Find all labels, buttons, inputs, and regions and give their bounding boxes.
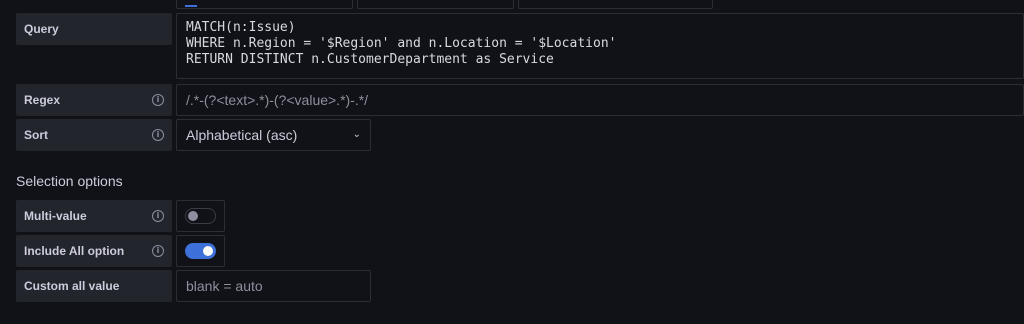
regex-value: /.*-(?<text>.*)-(?<value>.*)-.*/ — [186, 92, 369, 108]
info-icon[interactable]: i — [152, 245, 164, 257]
regex-row: Regex i /.*-(?<text>.*)-(?<value>.*)-.*/ — [16, 84, 1024, 116]
custom-all-label-text: Custom all value — [24, 279, 120, 293]
multi-value-toggle[interactable] — [185, 208, 216, 224]
regex-label: Regex i — [16, 84, 172, 116]
include-all-switch-container — [176, 235, 225, 267]
query-line: MATCH(n:Issue) — [186, 20, 296, 35]
info-icon[interactable]: i — [152, 210, 164, 222]
include-all-label-text: Include All option — [24, 244, 125, 258]
query-editor[interactable]: MATCH(n:Issue) WHERE n.Region = '$Region'… — [176, 13, 1024, 79]
sort-select[interactable]: Alphabetical (asc) ⌄ — [176, 119, 371, 151]
toggle-knob — [188, 211, 198, 221]
multi-value-label: Multi-value i — [16, 200, 172, 232]
custom-all-label: Custom all value — [16, 270, 172, 302]
sort-label: Sort i — [16, 119, 172, 151]
sort-selected-value: Alphabetical (asc) — [186, 127, 298, 143]
sort-row: Sort i Alphabetical (asc) ⌄ — [16, 119, 371, 151]
multi-value-label-text: Multi-value — [24, 209, 87, 223]
query-label-text: Query — [24, 22, 59, 36]
multi-value-switch-container — [176, 200, 225, 232]
custom-all-input[interactable]: blank = auto — [176, 270, 371, 302]
top-partial-control[interactable] — [357, 0, 514, 9]
variable-editor: Query MATCH(n:Issue) WHERE n.Region = '$R… — [0, 0, 1024, 324]
custom-all-row: Custom all value blank = auto — [16, 270, 371, 302]
query-row: Query MATCH(n:Issue) WHERE n.Region = '$R… — [16, 13, 1024, 79]
include-all-toggle[interactable] — [185, 243, 216, 259]
include-all-label: Include All option i — [16, 235, 172, 267]
top-partial-control[interactable] — [518, 0, 713, 9]
multi-value-row: Multi-value i — [16, 200, 225, 232]
custom-all-placeholder: blank = auto — [186, 278, 263, 294]
section-title: Selection options — [16, 173, 123, 189]
regex-label-text: Regex — [24, 93, 61, 107]
query-line: RETURN DISTINCT n.CustomerDepartment as … — [186, 52, 554, 67]
regex-input[interactable]: /.*-(?<text>.*)-(?<value>.*)-.*/ — [176, 84, 1024, 116]
toggle-knob — [203, 246, 213, 256]
include-all-row: Include All option i — [16, 235, 225, 267]
chevron-down-icon: ⌄ — [352, 128, 361, 140]
query-label: Query — [16, 13, 172, 45]
sort-label-text: Sort — [24, 128, 48, 142]
query-line: WHERE n.Region = '$Region' and n.Locatio… — [186, 36, 617, 51]
top-partial-control[interactable] — [176, 0, 353, 9]
top-partial-accent — [185, 5, 197, 7]
info-icon[interactable]: i — [152, 129, 164, 141]
info-icon[interactable]: i — [152, 94, 164, 106]
